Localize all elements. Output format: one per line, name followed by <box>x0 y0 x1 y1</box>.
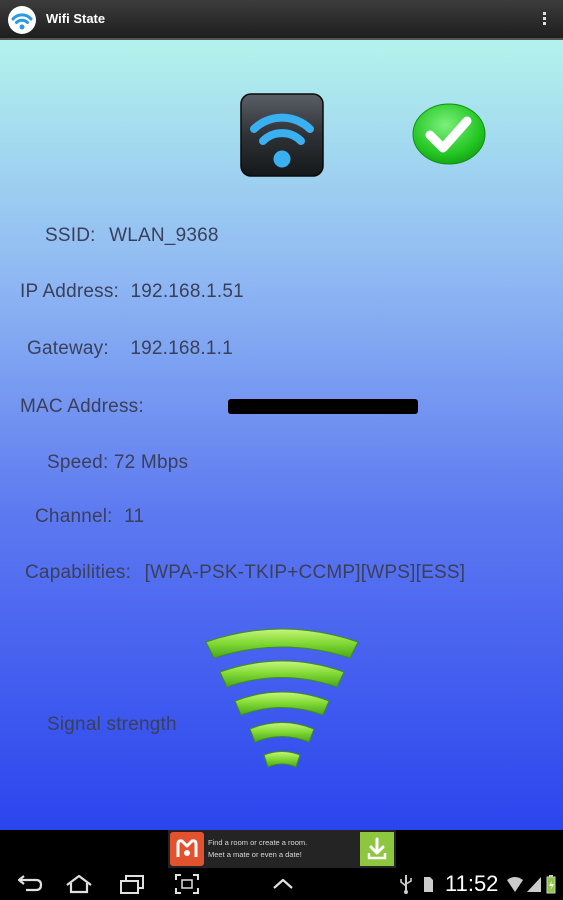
capabilities-label: Capabilities: <box>25 562 132 583</box>
green-check-icon <box>412 103 486 165</box>
speed-row: Speed: 72 Mbps <box>47 452 188 474</box>
channel-row: Channel: 11 <box>35 506 144 528</box>
capabilities-value: [WPA-PSK-TKIP+CCMP][WPS][ESS] <box>144 562 466 583</box>
ad-banner[interactable]: Find a room or create a room. Meet a mat… <box>168 830 396 868</box>
capabilities-row: Capabilities: [WPA-PSK-TKIP+CCMP][WPS][E… <box>25 562 465 584</box>
recent-apps-icon[interactable] <box>117 872 147 896</box>
download-icon[interactable] <box>360 832 394 866</box>
ad-logo-icon[interactable] <box>170 832 204 866</box>
ssid-label: SSID: <box>45 225 96 246</box>
expand-up-icon[interactable] <box>268 872 298 896</box>
ad-text-line2[interactable]: Meet a mate or even a date! <box>208 850 302 859</box>
app-title: Wifi State <box>46 11 106 26</box>
ssid-row: SSID: WLAN_9368 <box>45 225 219 247</box>
main-content: SSID: WLAN_9368 IP Address: 192.168.1.51… <box>0 40 563 830</box>
wifi-status-icon <box>506 872 524 896</box>
mac-value-redacted <box>228 399 418 414</box>
wifi-app-icon[interactable] <box>7 5 37 35</box>
home-icon[interactable] <box>64 872 94 896</box>
mac-label: MAC Address: <box>20 396 144 417</box>
speed-value: 72 Mbps <box>113 452 189 473</box>
speed-label: Speed: <box>47 452 109 473</box>
ip-value: 192.168.1.51 <box>130 281 244 302</box>
channel-value: 11 <box>124 506 145 527</box>
wifi-logo-icon <box>240 93 324 177</box>
clock: 11:52 <box>445 871 499 896</box>
signal-strength-label: Signal strength <box>47 714 177 735</box>
ip-label: IP Address: <box>20 281 120 302</box>
signal-bars-icon <box>526 872 542 896</box>
sd-card-icon <box>420 872 436 896</box>
system-bar: 11:52 <box>0 868 563 900</box>
gateway-value: 192.168.1.1 <box>130 338 233 359</box>
ad-text-line1[interactable]: Find a room or create a room. <box>208 838 307 847</box>
signal-strength-icon <box>200 622 365 777</box>
back-icon[interactable] <box>14 872 44 896</box>
gateway-label: Gateway: <box>27 338 109 359</box>
gateway-row: Gateway: 192.168.1.1 <box>27 338 233 360</box>
screenshot-icon[interactable] <box>172 872 202 896</box>
usb-icon <box>398 872 414 896</box>
channel-label: Channel: <box>35 506 113 527</box>
action-bar: Wifi State <box>0 0 563 40</box>
battery-icon <box>545 872 559 896</box>
ip-row: IP Address: 192.168.1.51 <box>20 281 244 303</box>
ssid-value: WLAN_9368 <box>109 225 219 246</box>
mac-row: MAC Address: <box>20 396 144 418</box>
overflow-menu-icon[interactable] <box>539 10 549 30</box>
